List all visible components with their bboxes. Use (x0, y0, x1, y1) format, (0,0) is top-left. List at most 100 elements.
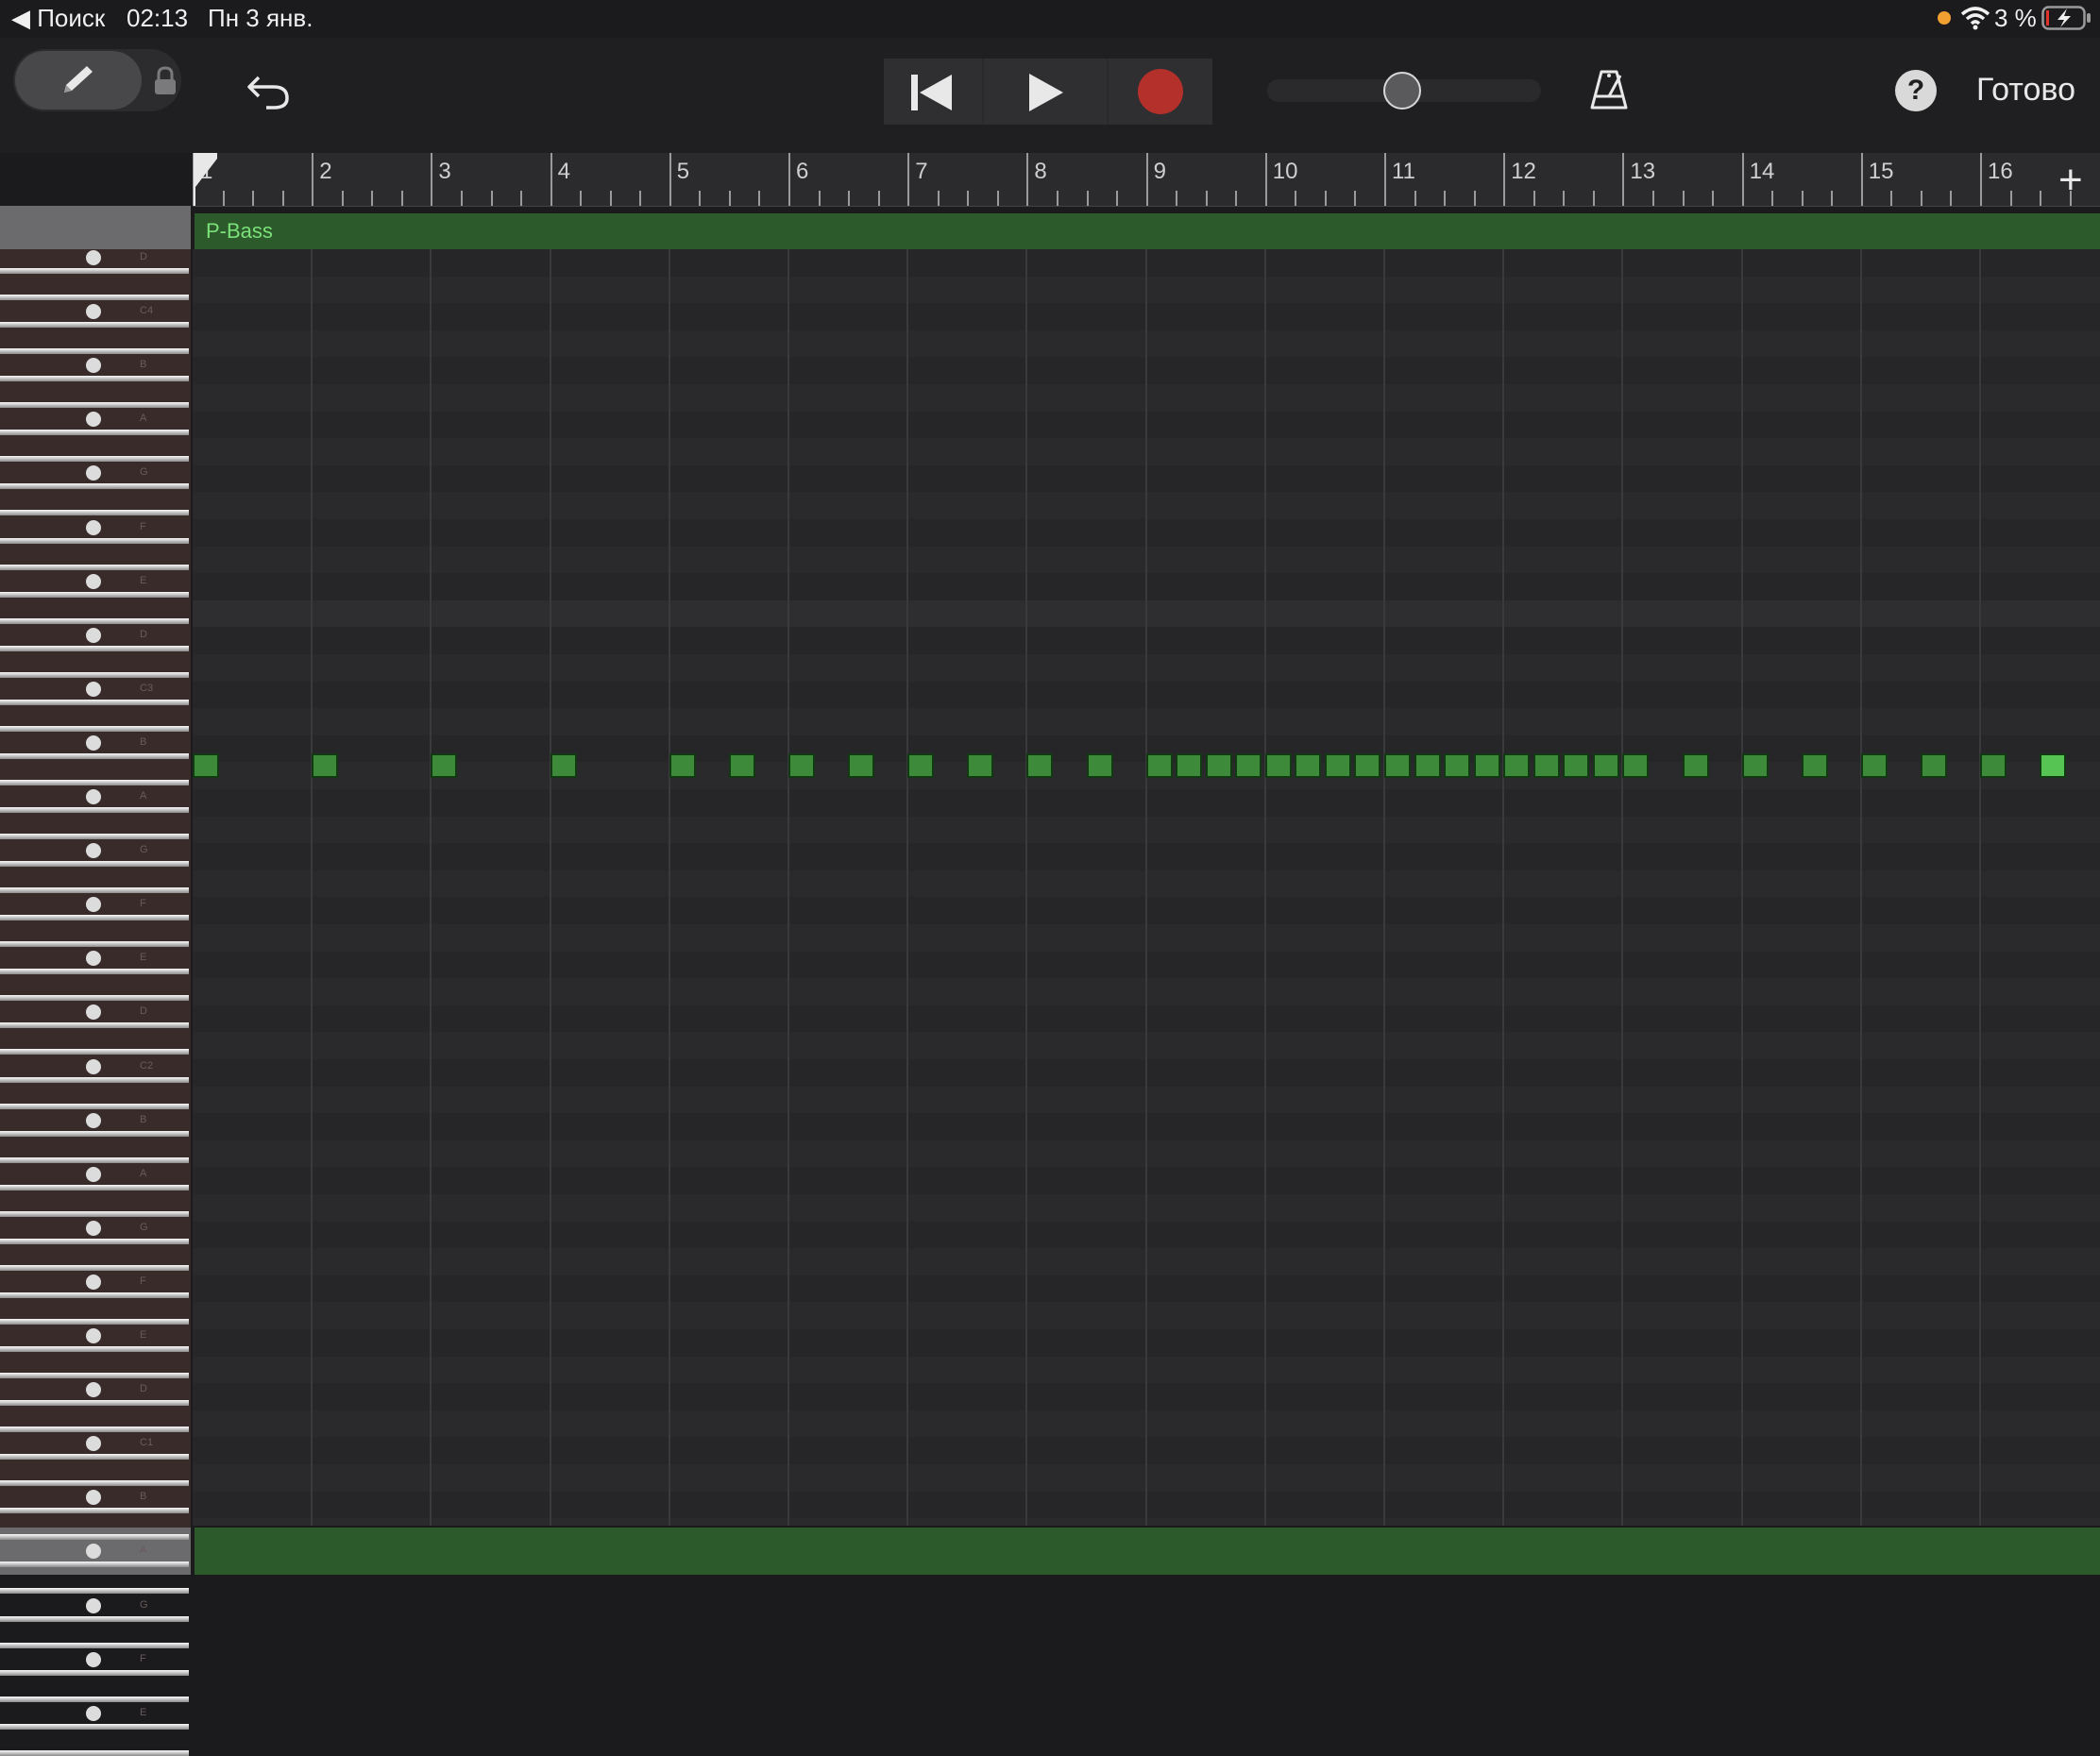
midi-note[interactable] (193, 753, 219, 778)
back-to-search-link[interactable]: ◀ Поиск (11, 4, 105, 33)
midi-note[interactable] (1801, 753, 1828, 778)
ruler-beat-tick (252, 191, 255, 206)
fretboard-header (0, 206, 191, 249)
volume-slider-knob[interactable] (1382, 72, 1421, 110)
status-date: Пн 3 янв. (208, 4, 313, 32)
fret-string (0, 1562, 189, 1568)
edit-mode-toggle[interactable] (13, 49, 181, 111)
ruler-bar-number: 13 (1630, 159, 1656, 184)
midi-note[interactable] (550, 753, 577, 778)
ruler-bar-number: 5 (676, 159, 690, 184)
midi-note[interactable] (1920, 753, 1947, 778)
done-button[interactable]: Готово (1976, 72, 2075, 109)
midi-note[interactable] (907, 753, 935, 778)
ruler-beat-tick (2009, 191, 2012, 206)
midi-note[interactable] (669, 753, 696, 778)
ruler-beat-tick (1592, 191, 1595, 206)
midi-note[interactable] (1264, 753, 1292, 778)
midi-note[interactable] (1473, 753, 1500, 778)
ruler-bar-number: 8 (1034, 159, 1047, 184)
midi-note[interactable] (1026, 753, 1054, 778)
fret-marker-icon (86, 519, 101, 535)
midi-note[interactable] (2040, 753, 2067, 778)
ruler-bar-number: 11 (1392, 159, 1415, 184)
midi-note[interactable] (848, 753, 875, 778)
ruler-beat-tick (639, 191, 642, 206)
ruler-bar-line (669, 153, 671, 206)
midi-note[interactable] (1295, 753, 1322, 778)
fret-marker-icon (86, 1220, 101, 1236)
midi-note[interactable] (1354, 753, 1381, 778)
bar-grid-line (1502, 249, 1505, 1526)
midi-note[interactable] (431, 753, 458, 778)
midi-note[interactable] (1563, 753, 1590, 778)
fret-note-label: G (140, 466, 148, 479)
master-volume-slider[interactable] (1267, 72, 1541, 110)
pencil-mode-button[interactable] (15, 51, 142, 110)
fret-marker-icon (86, 789, 101, 804)
ruler-beat-tick (1563, 191, 1566, 206)
help-button[interactable]: ? (1895, 70, 1937, 111)
midi-note[interactable] (1741, 753, 1769, 778)
piano-roll-grid[interactable] (193, 249, 2100, 1526)
midi-note[interactable] (1176, 753, 1203, 778)
midi-note[interactable] (1324, 753, 1351, 778)
fret-marker-icon (86, 1274, 101, 1290)
fret-note-label: B (140, 1491, 147, 1503)
metronome-icon[interactable] (1588, 68, 1630, 111)
midi-note[interactable] (728, 753, 755, 778)
ruler-beat-tick (371, 191, 374, 206)
region-header[interactable]: P-Bass (195, 213, 2100, 249)
ruler-bar-number: 16 (1988, 159, 2013, 184)
fret-string (0, 725, 189, 732)
fret-note-label: F (140, 1275, 146, 1287)
fret-marker-icon (86, 1651, 101, 1667)
ruler-bar-line (1980, 153, 1982, 206)
fret-note-label: C2 (140, 1059, 154, 1072)
ruler-beat-tick (1712, 191, 1715, 206)
midi-note[interactable] (1205, 753, 1232, 778)
ruler-beat-tick (996, 191, 999, 206)
rewind-button[interactable] (884, 59, 982, 125)
midi-note[interactable] (1086, 753, 1113, 778)
fret-string (0, 617, 189, 624)
midi-note[interactable] (1533, 753, 1560, 778)
midi-note[interactable] (788, 753, 815, 778)
record-button[interactable] (1109, 59, 1212, 125)
ruler-bar-line (1741, 153, 1744, 206)
ruler-bar-number: 9 (1153, 159, 1166, 184)
midi-note[interactable] (1444, 753, 1471, 778)
midi-note[interactable] (1145, 753, 1173, 778)
ruler-beat-tick (1473, 191, 1476, 206)
midi-note[interactable] (1235, 753, 1262, 778)
midi-note[interactable] (1384, 753, 1411, 778)
bass-fretboard[interactable]: D C4 B A G F E D C3 B A G F E D C2 B A G F E D C1 B A G F E (0, 206, 191, 1756)
midi-note[interactable] (1860, 753, 1888, 778)
midi-note[interactable] (967, 753, 994, 778)
bar-grid-line (1979, 249, 1981, 1526)
midi-note[interactable] (1592, 753, 1619, 778)
ruler-beat-tick (1235, 191, 1238, 206)
bar-grid-line (1263, 249, 1266, 1526)
bar-ruler[interactable]: 12345678910111213141516 (193, 153, 2100, 207)
undo-icon[interactable] (246, 70, 291, 111)
midi-note[interactable] (312, 753, 339, 778)
fret-marker-icon (86, 250, 101, 265)
add-section-button[interactable]: + (2058, 157, 2083, 204)
midi-note[interactable] (1682, 753, 1709, 778)
fret-marker-icon (86, 1112, 101, 1128)
playhead-icon[interactable] (193, 153, 219, 206)
ruler-beat-tick (281, 191, 284, 206)
midi-note[interactable] (1622, 753, 1650, 778)
midi-note[interactable] (1503, 753, 1531, 778)
ruler-beat-tick (1533, 191, 1535, 206)
bar-grid-line (1621, 249, 1624, 1526)
play-button[interactable] (984, 59, 1107, 125)
fret-string (0, 1480, 189, 1487)
midi-note[interactable] (1414, 753, 1441, 778)
fret-marker-icon (86, 358, 101, 374)
ruler-bar-line (1264, 153, 1267, 206)
midi-note[interactable] (1980, 753, 2007, 778)
fret-note-label: D (140, 1383, 147, 1395)
lock-icon[interactable] (153, 66, 178, 96)
